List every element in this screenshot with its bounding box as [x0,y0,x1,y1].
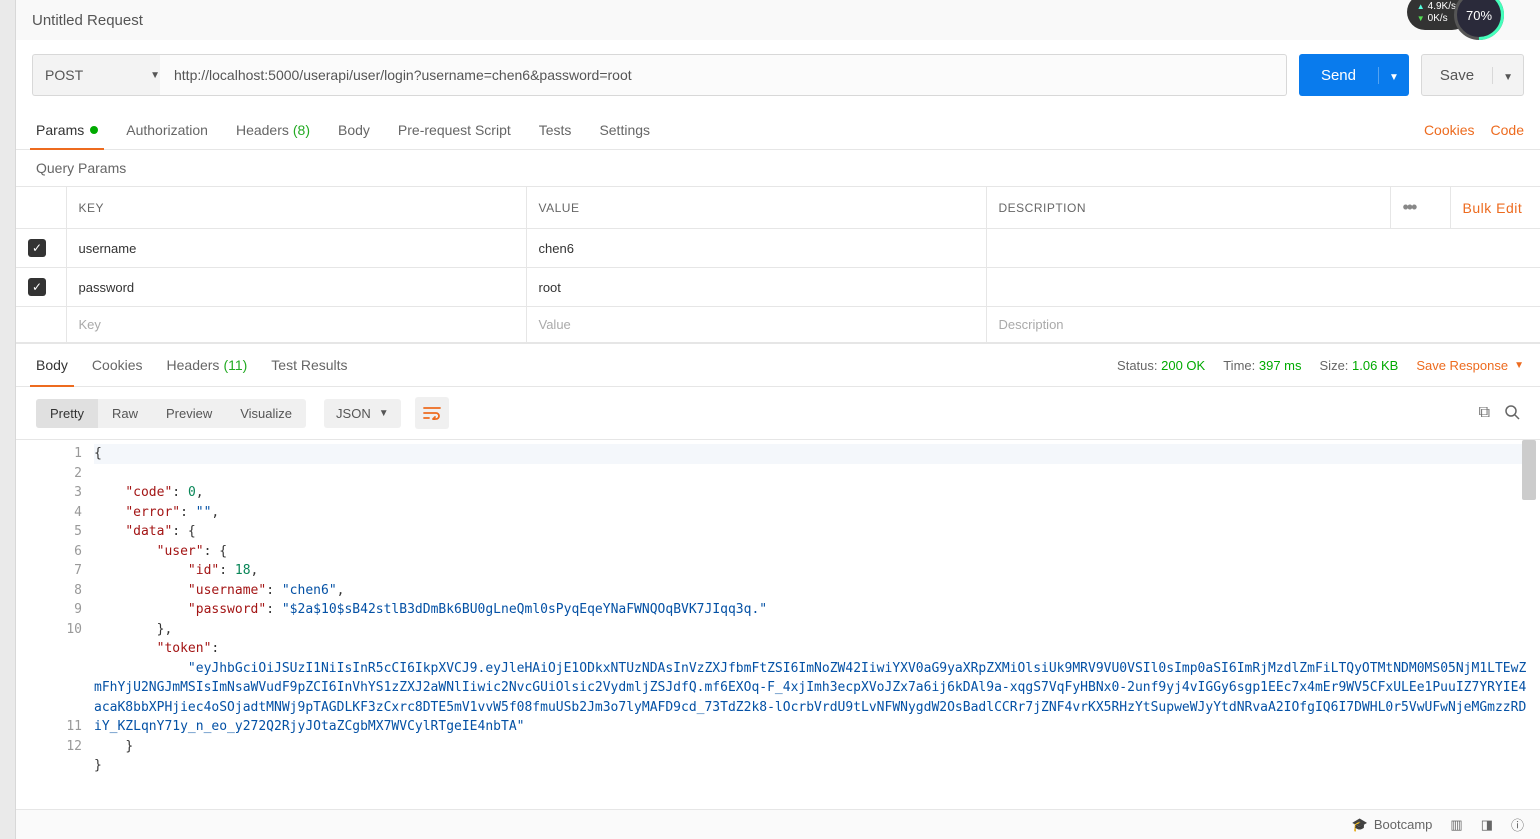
wrap-lines-button[interactable] [415,397,449,429]
tab-resp-headers[interactable]: Headers(11) [167,344,248,386]
search-icon[interactable] [1504,404,1520,423]
request-title: Untitled Request [32,12,143,29]
table-row: ✓ password root [16,268,1540,307]
tab-tests[interactable]: Tests [539,110,572,149]
chevron-down-icon: ▼ [1514,360,1524,371]
tab-headers[interactable]: Headers(8) [236,110,310,149]
tab-resp-test-results[interactable]: Test Results [271,344,347,386]
chevron-down-icon: ▼ [150,70,160,81]
chevron-down-icon: ▼ [1503,72,1513,83]
request-row: POST ▼ Send ▼ Save ▼ [16,40,1540,110]
view-visualize[interactable]: Visualize [226,399,306,428]
scrollbar[interactable] [1522,440,1536,500]
time-value: 397 ms [1259,358,1302,373]
tab-resp-cookies[interactable]: Cookies [92,344,143,386]
table-row-new: Key Value Description [16,307,1540,343]
save-dropdown[interactable]: ▼ [1493,67,1523,84]
query-params-table: KEY VALUE DESCRIPTION ••• Bulk Edit ✓ us… [16,186,1540,343]
view-raw[interactable]: Raw [98,399,152,428]
tab-settings[interactable]: Settings [599,110,650,149]
row-checkbox[interactable]: ✓ [28,239,46,257]
bootcamp-button[interactable]: 🎓 Bootcamp [1352,817,1433,833]
more-icon[interactable]: ••• [1403,197,1416,217]
param-value[interactable]: chen6 [526,229,986,268]
upload-speed: 4.9K/s [1428,1,1456,12]
title-bar: Untitled Request ▲4.9K/s ▼0K/s 70% [16,0,1540,40]
send-button-group: Send ▼ [1299,54,1409,96]
send-dropdown[interactable]: ▼ [1379,67,1409,84]
sidebar-icon[interactable]: ◨ [1481,817,1493,833]
save-button-group: Save ▼ [1421,54,1524,96]
usage-circle: 70% [1454,0,1504,40]
table-row: ✓ username chen6 [16,229,1540,268]
send-button[interactable]: Send [1299,67,1379,84]
view-bar: Pretty Raw Preview Visualize JSON ▼ ⧉ [16,387,1540,440]
headers-count: (8) [293,122,310,138]
value-placeholder[interactable]: Value [539,317,571,332]
copy-icon[interactable]: ⧉ [1479,404,1490,423]
code-content[interactable]: { "code": 0, "error": "", "data": { "use… [94,440,1540,839]
format-select[interactable]: JSON ▼ [324,399,401,428]
footer: 🎓 Bootcamp ▥ ◨ ⓘ [16,809,1540,839]
line-gutter: 123456789101112 [16,440,94,839]
size-label: Size: [1320,358,1349,373]
time-label: Time: [1223,358,1255,373]
download-speed: 0K/s [1428,13,1448,24]
save-response-button[interactable]: Save Response ▼ [1416,358,1524,373]
params-dot-indicator [90,126,98,134]
tab-authorization[interactable]: Authorization [126,110,208,149]
status-value: 200 OK [1161,358,1205,373]
method-select[interactable]: POST ▼ [32,54,172,96]
view-mode-segment: Pretty Raw Preview Visualize [36,399,306,428]
view-pretty[interactable]: Pretty [36,399,98,428]
response-tabs: Body Cookies Headers(11) Test Results St… [16,343,1540,387]
tab-params[interactable]: Params [36,110,98,149]
main-area: Untitled Request ▲4.9K/s ▼0K/s 70% POST … [16,0,1540,839]
chevron-down-icon: ▼ [1389,72,1399,83]
view-preview[interactable]: Preview [152,399,226,428]
column-description: DESCRIPTION [986,187,1390,229]
response-body: 123456789101112 { "code": 0, "error": ""… [16,440,1540,839]
left-rail [0,0,16,839]
tab-prerequest[interactable]: Pre-request Script [398,110,511,149]
url-input[interactable] [160,54,1287,96]
download-arrow-icon: ▼ [1417,14,1425,23]
upload-arrow-icon: ▲ [1417,2,1425,11]
query-params-title: Query Params [16,150,1540,186]
param-desc[interactable] [986,229,1540,268]
usage-percent: 70% [1466,8,1492,23]
desc-placeholder[interactable]: Description [999,317,1064,332]
param-key[interactable]: password [66,268,526,307]
resp-headers-count: (11) [223,357,247,373]
panels-icon[interactable]: ▥ [1450,817,1462,833]
graduation-cap-icon: 🎓 [1352,817,1368,833]
bulk-edit-link[interactable]: Bulk Edit [1463,200,1523,216]
help-icon[interactable]: ⓘ [1511,815,1524,834]
chevron-down-icon: ▼ [379,408,389,419]
code-link[interactable]: Code [1491,122,1524,138]
save-button[interactable]: Save [1422,67,1493,84]
request-tabs: Params Authorization Headers(8) Body Pre… [16,110,1540,150]
param-key[interactable]: username [66,229,526,268]
key-placeholder[interactable]: Key [79,317,101,332]
wrap-icon [423,406,441,420]
row-checkbox[interactable]: ✓ [28,278,46,296]
status-label: Status: [1117,358,1157,373]
column-value: VALUE [526,187,986,229]
param-desc[interactable] [986,268,1540,307]
tab-resp-body[interactable]: Body [36,344,68,386]
column-key: KEY [66,187,526,229]
cookies-link[interactable]: Cookies [1424,122,1475,138]
method-value: POST [45,67,83,83]
tab-body[interactable]: Body [338,110,370,149]
param-value[interactable]: root [526,268,986,307]
size-value: 1.06 KB [1352,358,1398,373]
